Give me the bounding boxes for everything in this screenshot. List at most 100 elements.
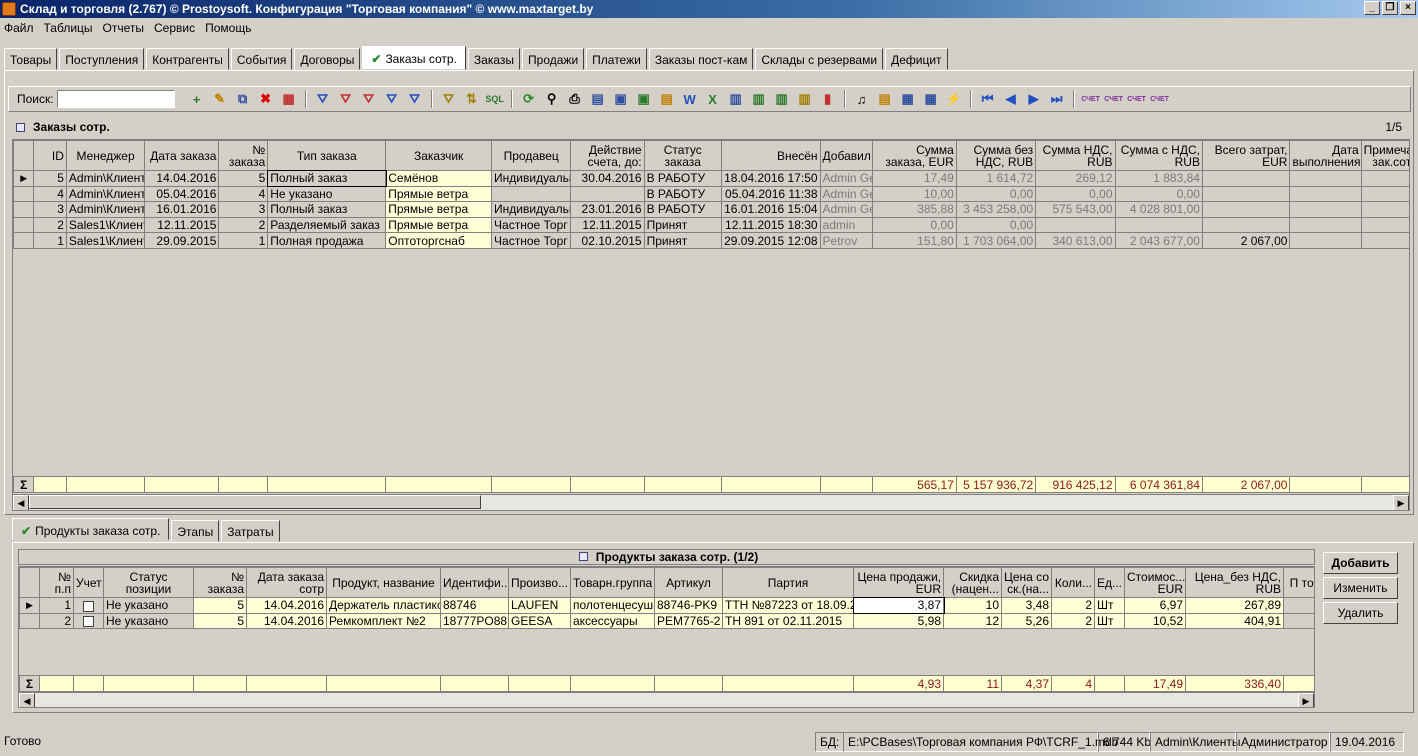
table-cell[interactable]: 6,97 <box>1124 597 1186 614</box>
filter-remove-icon[interactable]: ⛛ <box>336 90 356 109</box>
report-icon[interactable]: ▥ <box>726 90 746 109</box>
table-cell[interactable]: 3,87 <box>852 596 945 615</box>
column-header[interactable]: Действие счета, до: <box>570 140 645 171</box>
table-cell[interactable]: В РАБОТУ <box>643 201 722 218</box>
export-doc-icon[interactable]: ▤ <box>657 90 677 109</box>
table-cell[interactable]: В РАБОТУ <box>643 185 722 203</box>
table-cell[interactable]: 151,80 <box>872 232 957 249</box>
first-record-icon[interactable]: ⏮ <box>978 90 998 109</box>
table-cell[interactable]: 12 <box>943 612 1002 630</box>
table-cell[interactable] <box>1289 185 1362 203</box>
column-header[interactable]: № заказа <box>218 140 269 171</box>
table-cell[interactable]: Не указано <box>267 185 387 203</box>
table-cell[interactable]: 05.04.2016 11:38 <box>720 185 821 203</box>
sort-icon[interactable]: ⇅ <box>462 90 482 109</box>
add-record-icon[interactable]: + <box>187 90 207 109</box>
products-grid[interactable]: № п.п Учет Статус позиции № заказа Дата зака… <box>18 566 1315 708</box>
table-cell[interactable]: 4 <box>33 185 67 203</box>
accounting-checkbox[interactable] <box>83 616 94 628</box>
table-cell[interactable]: 2 <box>218 216 269 234</box>
column-header[interactable]: Менеджер <box>65 140 146 171</box>
table-cell[interactable]: Не указано <box>103 597 194 614</box>
table-view-icon[interactable]: ▦ <box>898 90 918 109</box>
table-cell[interactable]: Не указано <box>103 612 194 630</box>
table-row[interactable]: 4 Admin\Клиент 05.04.2016 4 Не указано Прямые… <box>13 185 1409 203</box>
table-row[interactable]: 2 Не указано 5 14.04.2016 Ремкомплект №2 1877… <box>19 612 1314 630</box>
table-cell[interactable] <box>1289 232 1362 249</box>
table-cell[interactable]: 1 703 064,00 <box>955 232 1037 249</box>
table-cell[interactable]: 16.01.2016 15:04 <box>720 201 821 218</box>
table-cell[interactable]: 3 <box>218 201 269 218</box>
table-cell[interactable]: Принят <box>643 232 722 249</box>
column-header[interactable]: Статус заказа <box>643 140 722 171</box>
table-cell[interactable]: admin <box>819 216 874 234</box>
table-cell[interactable]: Частное Торг <box>491 216 572 234</box>
column-header[interactable]: Произво... <box>508 567 571 598</box>
table-cell[interactable]: 02.10.2015 <box>570 232 645 249</box>
table-cell[interactable]: Petrov <box>819 232 874 249</box>
table-cell[interactable]: 12.11.2015 <box>144 216 220 234</box>
table-cell[interactable]: PEM7765-2 <box>654 612 723 630</box>
tab-warehouses-reserves[interactable]: Склады с резервами <box>755 48 884 70</box>
table-cell[interactable]: Ремкомплект №2 <box>326 612 441 630</box>
minimize-button[interactable]: _ <box>1364 1 1380 15</box>
table-cell[interactable] <box>1035 216 1116 234</box>
table-cell[interactable] <box>1201 185 1291 203</box>
table-cell[interactable]: 5 <box>218 170 269 187</box>
document-settings-icon[interactable]: ▤ <box>875 90 895 109</box>
report-yellow-icon[interactable]: ▥ <box>795 90 815 109</box>
table-row[interactable]: 3 Admin\Клиент 16.01.2016 3 Полный заказ Прям… <box>13 201 1409 218</box>
table-row[interactable]: ▶ 1 Не указано 5 14.04.2016 Держатель пластик… <box>19 596 1314 615</box>
orders-grid[interactable]: ID Менеджер Дата заказа № заказа Тип заказа З… <box>12 139 1410 511</box>
tab-orders[interactable]: Заказы <box>467 48 521 70</box>
refresh-icon[interactable]: ⟳ <box>519 90 539 109</box>
table-cell[interactable]: 404,91 <box>1185 612 1284 630</box>
table-cell[interactable] <box>1360 170 1409 187</box>
edit-pencil-icon[interactable]: ✎ <box>210 90 230 109</box>
table-cell[interactable] <box>1283 612 1314 630</box>
menu-help[interactable]: Помощь <box>205 21 251 35</box>
table-cell[interactable] <box>1289 201 1362 218</box>
report-green-icon[interactable]: ▥ <box>749 90 769 109</box>
table-cell[interactable]: 2 <box>1051 612 1095 630</box>
column-header[interactable]: Внесён <box>720 140 821 171</box>
search-input[interactable] <box>56 90 175 108</box>
table-cell[interactable]: 88746-PK9 <box>654 597 723 614</box>
add-button[interactable]: Добавить <box>1323 552 1398 574</box>
table-cell[interactable] <box>73 597 104 614</box>
table-cell[interactable] <box>1114 216 1203 234</box>
table-cell[interactable]: Прямые ветра <box>385 201 493 218</box>
table-cell[interactable]: 385,88 <box>872 201 957 218</box>
table-cell[interactable] <box>570 185 645 203</box>
sql-icon[interactable]: SQL <box>485 90 505 109</box>
table-cell[interactable]: 12.11.2015 18:30 <box>720 216 821 234</box>
tab-order-products[interactable]: ✔ Продукты заказа сотр. <box>12 518 170 540</box>
table-cell[interactable] <box>1201 201 1291 218</box>
table-cell[interactable]: 5,98 <box>853 612 944 630</box>
tab-stages[interactable]: Этапы <box>171 520 220 542</box>
table-cell[interactable]: 1 614,72 <box>955 170 1037 187</box>
filter-funnel-icon[interactable]: ⛛ <box>439 90 459 109</box>
table-edit-icon[interactable]: ▦ <box>921 90 941 109</box>
table-cell[interactable] <box>491 185 572 203</box>
table-cell[interactable]: 30.04.2016 <box>570 170 645 187</box>
tab-goods[interactable]: Товары <box>4 48 58 70</box>
table-cell[interactable]: GEESA <box>508 612 571 630</box>
column-header[interactable]: Статус позиции <box>103 567 194 598</box>
column-header[interactable]: Сумма без НДС, RUB <box>955 140 1037 171</box>
table-cell[interactable]: Admin\Клиент <box>65 170 146 187</box>
export-excel-icon[interactable]: ▣ <box>634 90 654 109</box>
next-record-icon[interactable]: ▶ <box>1024 90 1044 109</box>
column-header[interactable]: Ед... <box>1094 567 1125 598</box>
export-xls-icon[interactable]: X <box>703 90 723 109</box>
column-header[interactable]: Артикул <box>654 567 723 598</box>
table-cell[interactable]: 10,52 <box>1124 612 1186 630</box>
table-cell[interactable]: 269,12 <box>1035 170 1116 187</box>
table-cell[interactable]: 3,48 <box>1001 597 1052 614</box>
tab-contractors[interactable]: Контрагенты <box>146 48 229 70</box>
report-multi-icon[interactable]: ▥ <box>772 90 792 109</box>
column-header[interactable]: Добавил <box>819 140 874 171</box>
table-cell[interactable]: Индивидуальн <box>491 170 572 187</box>
column-header[interactable]: ID <box>33 140 67 171</box>
tab-payments[interactable]: Платежи <box>586 48 647 70</box>
